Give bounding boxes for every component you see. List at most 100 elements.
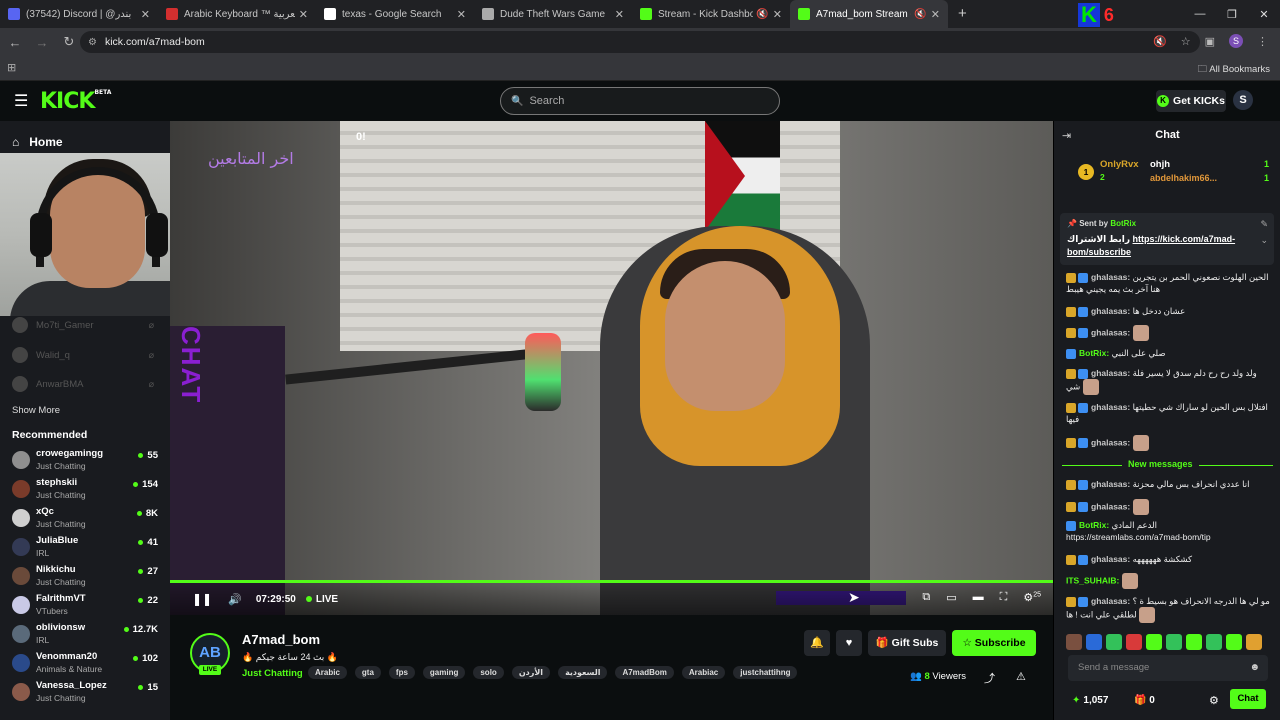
browser-tab[interactable]: Stream - Kick Dashboard🔇✕	[632, 0, 790, 28]
browser-tab[interactable]: (37542) Discord | @بندر ✕	[0, 0, 158, 28]
minimize-button[interactable]: ―	[1184, 8, 1216, 20]
chat-username[interactable]: ghalasas:	[1091, 437, 1130, 447]
channel-name[interactable]: A7mad_bom	[242, 632, 320, 647]
muted-icon[interactable]: 🔇	[756, 9, 768, 20]
new-tab-button[interactable]: +	[958, 0, 967, 28]
profile-avatar[interactable]: S	[1229, 34, 1243, 48]
emote-icon[interactable]	[1226, 634, 1242, 650]
followed-channel[interactable]: Walid_q ⌀	[12, 347, 162, 363]
share-icon[interactable]: ⤴	[984, 670, 995, 686]
theater-mode-icon[interactable]: ▬	[973, 591, 984, 604]
live-indicator[interactable]: LIVE	[305, 594, 338, 605]
chat-settings-icon[interactable]: ⚙	[1209, 694, 1219, 707]
browser-tab[interactable]: A7mad_bom Stream - Watc🔇✕	[790, 0, 948, 28]
chat-message[interactable]: ghalasas:	[1066, 435, 1271, 451]
emote-icon[interactable]	[1246, 634, 1262, 650]
report-icon[interactable]: ⚠	[1016, 670, 1026, 683]
menu-kebab-icon[interactable]: ⋮	[1257, 35, 1268, 48]
chat-username[interactable]: BotRix:	[1079, 348, 1109, 358]
chat-username[interactable]: ghalasas:	[1091, 368, 1130, 378]
kick-logo[interactable]: KICKBETA	[40, 89, 111, 114]
emote-icon[interactable]	[1106, 634, 1122, 650]
tag-chip[interactable]: Arabiac	[681, 666, 726, 679]
clip-icon[interactable]: ⧉	[922, 591, 930, 604]
chat-message[interactable]: ghalasas: الحين الهلوت نصعوني الحمر بن ي…	[1066, 271, 1271, 295]
show-more-link[interactable]: Show More	[12, 405, 60, 416]
menu-icon[interactable]: ☰	[14, 91, 28, 111]
gift-subs-button[interactable]: 🎁 Gift Subs	[868, 630, 946, 656]
forward-icon[interactable]: →	[30, 35, 54, 50]
tag-chip[interactable]: gta	[354, 666, 381, 679]
chat-message[interactable]: ghalasas: كشكشة ههههههه	[1066, 553, 1271, 565]
close-tab-icon[interactable]: ✕	[299, 8, 308, 21]
leader-name[interactable]: abdelhakim66...	[1150, 173, 1217, 183]
recommended-channel[interactable]: oblivionsw IRL 12.7K	[12, 621, 164, 649]
emote-icon[interactable]	[1126, 634, 1142, 650]
chat-message[interactable]: ghalasas:	[1066, 325, 1271, 341]
close-tab-icon[interactable]: ✕	[615, 8, 624, 21]
browser-tab[interactable]: Dude Theft Wars Game ✕	[474, 0, 632, 28]
tag-chip[interactable]: gaming	[422, 666, 466, 679]
back-icon[interactable]: ←	[3, 35, 27, 50]
browser-tab[interactable]: Arabic Keyboard ™ لوحة المفاتيح العربية✕	[158, 0, 316, 28]
chat-message[interactable]: BotRix: الدعم المادي https://streamlabs.…	[1066, 519, 1271, 543]
muted-icon[interactable]: 🔇	[914, 9, 926, 20]
emote-icon[interactable]	[1146, 634, 1162, 650]
browser-tab[interactable]: texas - Google Search ✕	[316, 0, 474, 28]
chat-input[interactable]: Send a message ☻	[1068, 655, 1268, 681]
chat-message[interactable]: ghalasas: مو لي ها الدرجه الانحراف هو بس…	[1066, 595, 1271, 623]
mute-tab-icon[interactable]: 🔇	[1153, 35, 1167, 48]
close-tab-icon[interactable]: ✕	[457, 8, 466, 21]
reload-icon[interactable]: ↻	[57, 34, 81, 50]
emoji-icon[interactable]: ☻	[1249, 655, 1260, 681]
chat-username[interactable]: ghalasas:	[1091, 479, 1130, 489]
recommended-channel[interactable]: JuliaBlue IRL 41	[12, 534, 164, 562]
emote-icon[interactable]	[1186, 634, 1202, 650]
notification-bell-button[interactable]: 🔔	[804, 630, 830, 656]
pause-icon[interactable]: ❚❚	[192, 592, 212, 606]
stream-category[interactable]: Just Chatting	[242, 668, 303, 679]
chat-username[interactable]: ITS_SUHAIB:	[1066, 575, 1119, 585]
chat-message[interactable]: ghalasas: ولد ولد رح رح دلم سدق لا يسير …	[1066, 367, 1271, 395]
restore-button[interactable]: ❐	[1216, 8, 1248, 21]
chat-username[interactable]: ghalasas:	[1091, 501, 1130, 511]
chat-username[interactable]: ghalasas:	[1091, 272, 1130, 282]
user-avatar[interactable]: S	[1233, 90, 1253, 110]
chat-username[interactable]: ghalasas:	[1091, 327, 1130, 337]
settings-gear-icon[interactable]: ⚙25	[1023, 591, 1041, 604]
recommended-channel[interactable]: FalrithmVT VTubers 22	[12, 592, 164, 620]
tag-chip[interactable]: الأردن	[511, 666, 551, 679]
subscribe-button[interactable]: ☆ Subscribe	[952, 630, 1036, 656]
emote-icon[interactable]	[1206, 634, 1222, 650]
recommended-channel[interactable]: xQc Just Chatting 8K	[12, 505, 164, 533]
chat-message[interactable]: ghalasas: انا عددي انحراف بس مالي محزنة	[1066, 478, 1271, 490]
chat-message[interactable]: ITS_SUHAIB:	[1066, 573, 1271, 589]
chevron-down-icon[interactable]: ⌄	[1260, 235, 1268, 246]
send-chat-button[interactable]: Chat	[1230, 689, 1266, 709]
leader-name[interactable]: ohjh	[1150, 159, 1170, 170]
video-player[interactable]: CHAT اخر المتابعين 0! ❚❚ 🔊 07:29:50 LIVE…	[170, 121, 1053, 615]
recommended-channel[interactable]: Venomman20 Animals & Nature 102	[12, 650, 164, 678]
sidebar-home[interactable]: ⌂ Home	[12, 135, 63, 149]
tag-chip[interactable]: Arabic	[308, 666, 347, 679]
site-info-icon[interactable]: ⚙	[88, 37, 97, 48]
apps-grid-icon[interactable]: ⊞	[7, 61, 16, 74]
tag-chip[interactable]: justchattihng	[733, 666, 798, 679]
chat-message[interactable]: BotRix: صلي على النبي	[1066, 347, 1271, 359]
emote-icon[interactable]	[1166, 634, 1182, 650]
address-bar[interactable]: ⚙ kick.com/a7mad-bom	[80, 31, 1200, 53]
followed-channel[interactable]: AnwarBMA ⌀	[12, 376, 162, 392]
search-input[interactable]: 🔍 Search	[500, 87, 780, 115]
chat-message[interactable]: ghalasas: عشان ددخل ها	[1066, 305, 1271, 317]
channel-points[interactable]: ✦ 1,057	[1072, 695, 1108, 706]
chat-username[interactable]: BotRix:	[1079, 520, 1109, 530]
gift-count[interactable]: 🎁 0	[1134, 695, 1155, 706]
tag-chip[interactable]: fps	[388, 666, 415, 679]
followed-channel[interactable]: Mo7ti_Gamer ⌀	[12, 317, 162, 333]
get-kicks-button[interactable]: K Get KICKs	[1156, 90, 1226, 112]
recommended-channel[interactable]: Nikkichu Just Chatting 27	[12, 563, 164, 591]
leader-name[interactable]: OnlyRvx	[1100, 159, 1139, 170]
tag-chip[interactable]: A7madBom	[615, 666, 674, 679]
chat-username[interactable]: ghalasas:	[1091, 306, 1130, 316]
recommended-channel[interactable]: Vanessa_Lopez Just Chatting 15	[12, 679, 164, 707]
